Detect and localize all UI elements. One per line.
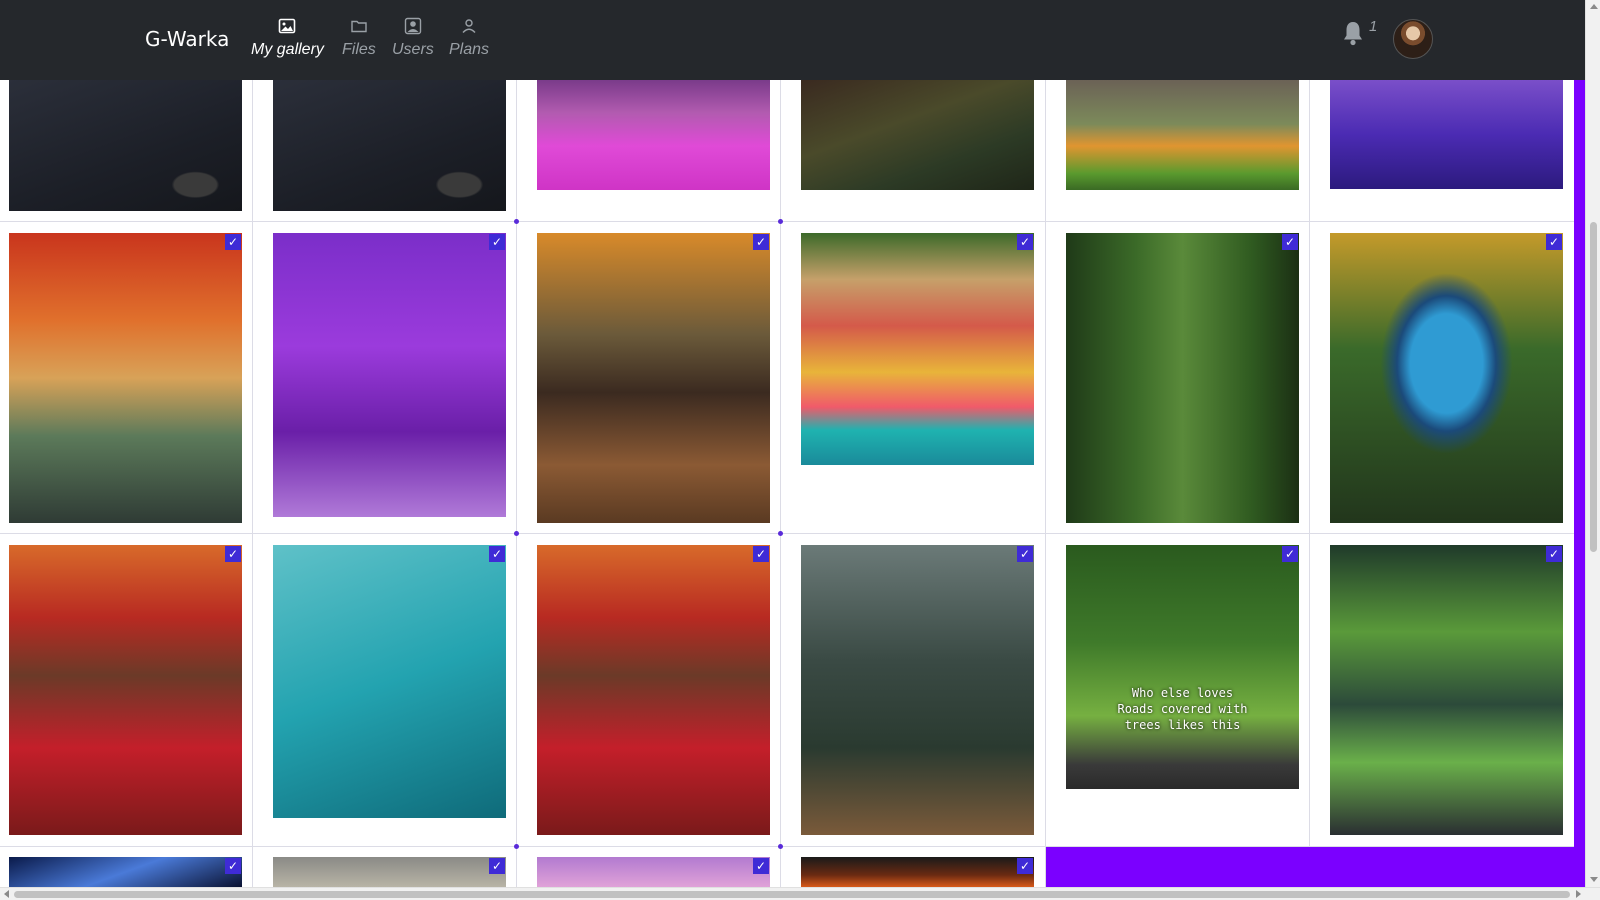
scrollbar-thumb[interactable] xyxy=(14,891,1570,898)
gallery-image[interactable] xyxy=(1066,80,1299,190)
scroll-up-icon[interactable] xyxy=(1590,4,1598,9)
gallery-image[interactable]: ✓ xyxy=(801,857,1034,887)
grid-divider xyxy=(0,221,1574,222)
gallery-image[interactable]: ✓ xyxy=(1330,233,1563,523)
grid-divider xyxy=(1045,80,1046,887)
gallery-image[interactable]: ✓ xyxy=(9,233,242,523)
grid-divider xyxy=(252,80,253,887)
gallery-image[interactable]: ✓ xyxy=(273,545,506,818)
checkbox-checked-icon[interactable]: ✓ xyxy=(1282,546,1298,562)
checkbox-checked-icon[interactable]: ✓ xyxy=(489,234,505,250)
checkbox-checked-icon[interactable]: ✓ xyxy=(1017,234,1033,250)
notification-count: 1 xyxy=(1369,18,1378,35)
checkbox-checked-icon[interactable]: ✓ xyxy=(1017,546,1033,562)
gallery-image[interactable] xyxy=(801,80,1034,190)
user-square-icon xyxy=(404,17,422,35)
nav-label: Files xyxy=(342,41,376,58)
checkbox-checked-icon[interactable]: ✓ xyxy=(225,546,241,562)
nav-label: Plans xyxy=(449,41,490,58)
gallery-image[interactable] xyxy=(9,80,242,211)
nav-users[interactable]: Users xyxy=(392,17,434,59)
grid-dot xyxy=(778,531,783,536)
avatar[interactable] xyxy=(1393,19,1433,59)
nav-plans[interactable]: Plans xyxy=(449,17,489,59)
accent-block xyxy=(1046,847,1585,887)
nav-label: Users xyxy=(392,41,434,58)
gallery-image[interactable]: ✓ xyxy=(537,233,770,523)
grid-dot xyxy=(778,219,783,224)
checkbox-checked-icon[interactable]: ✓ xyxy=(753,858,769,874)
brand-logo[interactable]: G-Warka xyxy=(145,27,229,51)
grid-divider xyxy=(0,533,1574,534)
folder-icon xyxy=(351,20,367,33)
gallery-image[interactable]: ✓ xyxy=(801,233,1034,465)
checkbox-checked-icon[interactable]: ✓ xyxy=(1017,858,1033,874)
gallery-image[interactable] xyxy=(537,80,770,190)
gallery-image[interactable]: ✓ xyxy=(273,233,506,517)
horizontal-scrollbar[interactable] xyxy=(0,887,1600,900)
checkbox-checked-icon[interactable]: ✓ xyxy=(1546,546,1562,562)
grid-divider xyxy=(780,80,781,887)
gallery-image[interactable]: ✓ xyxy=(1066,233,1299,523)
checkbox-checked-icon[interactable]: ✓ xyxy=(225,858,241,874)
scroll-right-icon[interactable] xyxy=(1576,890,1581,898)
checkbox-checked-icon[interactable]: ✓ xyxy=(225,234,241,250)
image-icon xyxy=(279,18,296,34)
grid-dot xyxy=(514,531,519,536)
scroll-down-icon[interactable] xyxy=(1590,877,1598,882)
nav-my-gallery[interactable]: My gallery xyxy=(251,17,324,59)
scrollbar-thumb[interactable] xyxy=(1590,222,1597,552)
nav-files[interactable]: Files xyxy=(342,17,376,59)
gallery-image[interactable]: ✓ Who else loves Roads covered with tree… xyxy=(1066,545,1299,789)
gallery-image[interactable]: ✓ xyxy=(273,857,506,887)
grid-divider xyxy=(516,80,517,887)
gallery-image[interactable]: ✓ xyxy=(537,857,770,887)
checkbox-checked-icon[interactable]: ✓ xyxy=(1546,234,1562,250)
checkbox-checked-icon[interactable]: ✓ xyxy=(1282,234,1298,250)
grid-dot xyxy=(514,219,519,224)
gallery-image[interactable]: ✓ xyxy=(9,545,242,835)
top-navbar: G-Warka My gallery Files Users Plans 1 xyxy=(0,0,1585,80)
nav-label: My gallery xyxy=(251,41,324,58)
gallery-image[interactable]: ✓ xyxy=(801,545,1034,835)
grid-divider xyxy=(1309,80,1310,887)
gallery-grid: ✓ ✓ ✓ ✓ ✓ ✓ ✓ ✓ ✓ ✓ ✓ Who else loves Roa… xyxy=(0,0,1585,887)
grid-dot xyxy=(778,844,783,849)
bell-icon[interactable] xyxy=(1342,20,1364,46)
checkbox-checked-icon[interactable]: ✓ xyxy=(753,234,769,250)
vertical-scrollbar[interactable] xyxy=(1585,0,1600,887)
checkbox-checked-icon[interactable]: ✓ xyxy=(489,858,505,874)
checkbox-checked-icon[interactable]: ✓ xyxy=(753,546,769,562)
gallery-image[interactable]: ✓ xyxy=(1330,545,1563,835)
user-icon xyxy=(462,19,476,33)
gallery-image[interactable]: ✓ xyxy=(9,857,242,887)
gallery-image[interactable] xyxy=(1330,80,1563,189)
scroll-left-icon[interactable] xyxy=(4,890,9,898)
grid-dot xyxy=(514,844,519,849)
accent-strip xyxy=(1574,80,1585,887)
gallery-image[interactable]: ✓ xyxy=(537,545,770,835)
image-caption: Who else loves Roads covered with trees … xyxy=(1117,686,1248,732)
gallery-image[interactable] xyxy=(273,80,506,211)
checkbox-checked-icon[interactable]: ✓ xyxy=(489,546,505,562)
